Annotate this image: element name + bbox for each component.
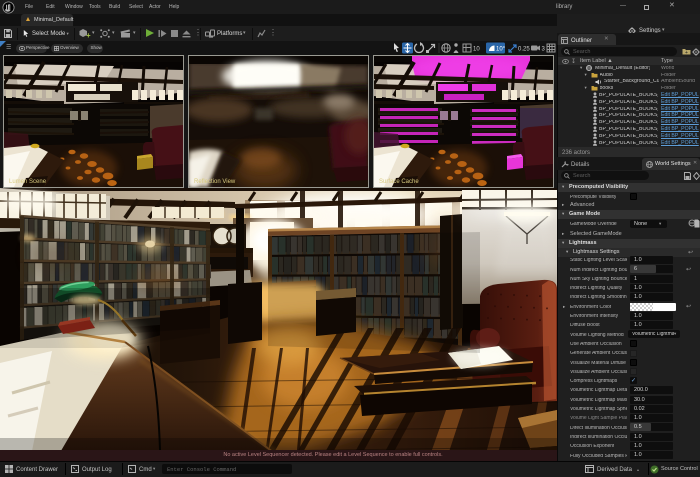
- svg-text:Reflection View: Reflection View: [194, 179, 236, 185]
- svg-text:3: 3: [542, 47, 546, 53]
- svg-text:Lumen Scene: Lumen Scene: [9, 179, 47, 185]
- svg-text:10°: 10°: [496, 47, 506, 53]
- svg-text:10: 10: [473, 47, 480, 53]
- svg-text:Surface Cache: Surface Cache: [379, 179, 419, 185]
- svg-text:+: +: [685, 50, 688, 55]
- svg-text:0.25: 0.25: [518, 47, 530, 53]
- svg-text:+: +: [86, 31, 91, 39]
